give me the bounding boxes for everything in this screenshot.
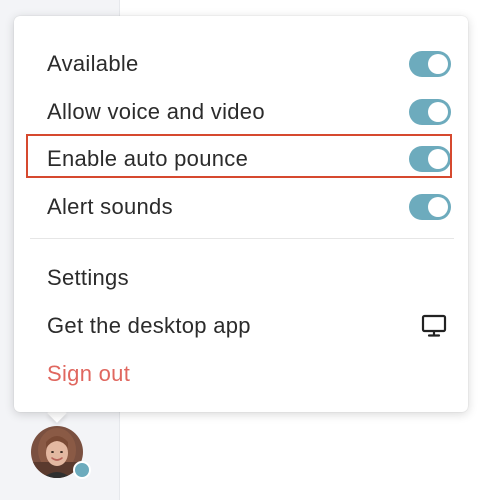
toggle-knob: [428, 102, 448, 122]
get-desktop-app-item[interactable]: Get the desktop app: [47, 308, 451, 344]
allow-voice-video-toggle[interactable]: [409, 99, 451, 125]
available-toggle[interactable]: [409, 51, 451, 77]
sign-out-item[interactable]: Sign out: [47, 356, 451, 392]
allow-voice-video-label: Allow voice and video: [47, 99, 265, 124]
status-indicator: [73, 461, 91, 479]
highlight-box: [26, 134, 452, 178]
available-row[interactable]: Available: [47, 46, 451, 82]
toggle-knob: [428, 197, 448, 217]
alert-sounds-toggle[interactable]: [409, 194, 451, 220]
toggle-knob: [428, 54, 448, 74]
status-menu: Available Allow voice and video Enable a…: [14, 16, 468, 412]
settings-label: Settings: [47, 265, 129, 290]
get-desktop-app-label: Get the desktop app: [47, 313, 251, 338]
available-label: Available: [47, 51, 139, 76]
alert-sounds-label: Alert sounds: [47, 194, 173, 219]
sign-out-label: Sign out: [47, 361, 131, 386]
settings-item[interactable]: Settings: [47, 260, 451, 296]
menu-divider: [30, 238, 454, 239]
monitor-icon: [421, 314, 447, 337]
alert-sounds-row[interactable]: Alert sounds: [47, 189, 451, 225]
allow-voice-video-row[interactable]: Allow voice and video: [47, 94, 451, 130]
